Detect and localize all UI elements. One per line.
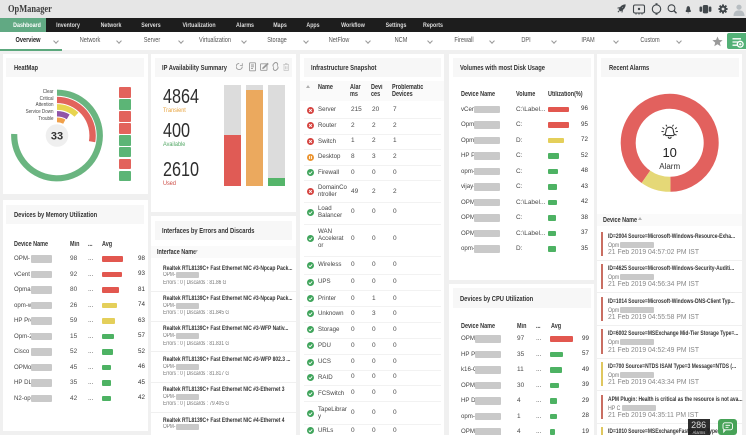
svg-text:Alarm: Alarm — [660, 161, 681, 170]
svg-text:10: 10 — [663, 144, 677, 159]
svg-text:33: 33 — [50, 130, 62, 142]
